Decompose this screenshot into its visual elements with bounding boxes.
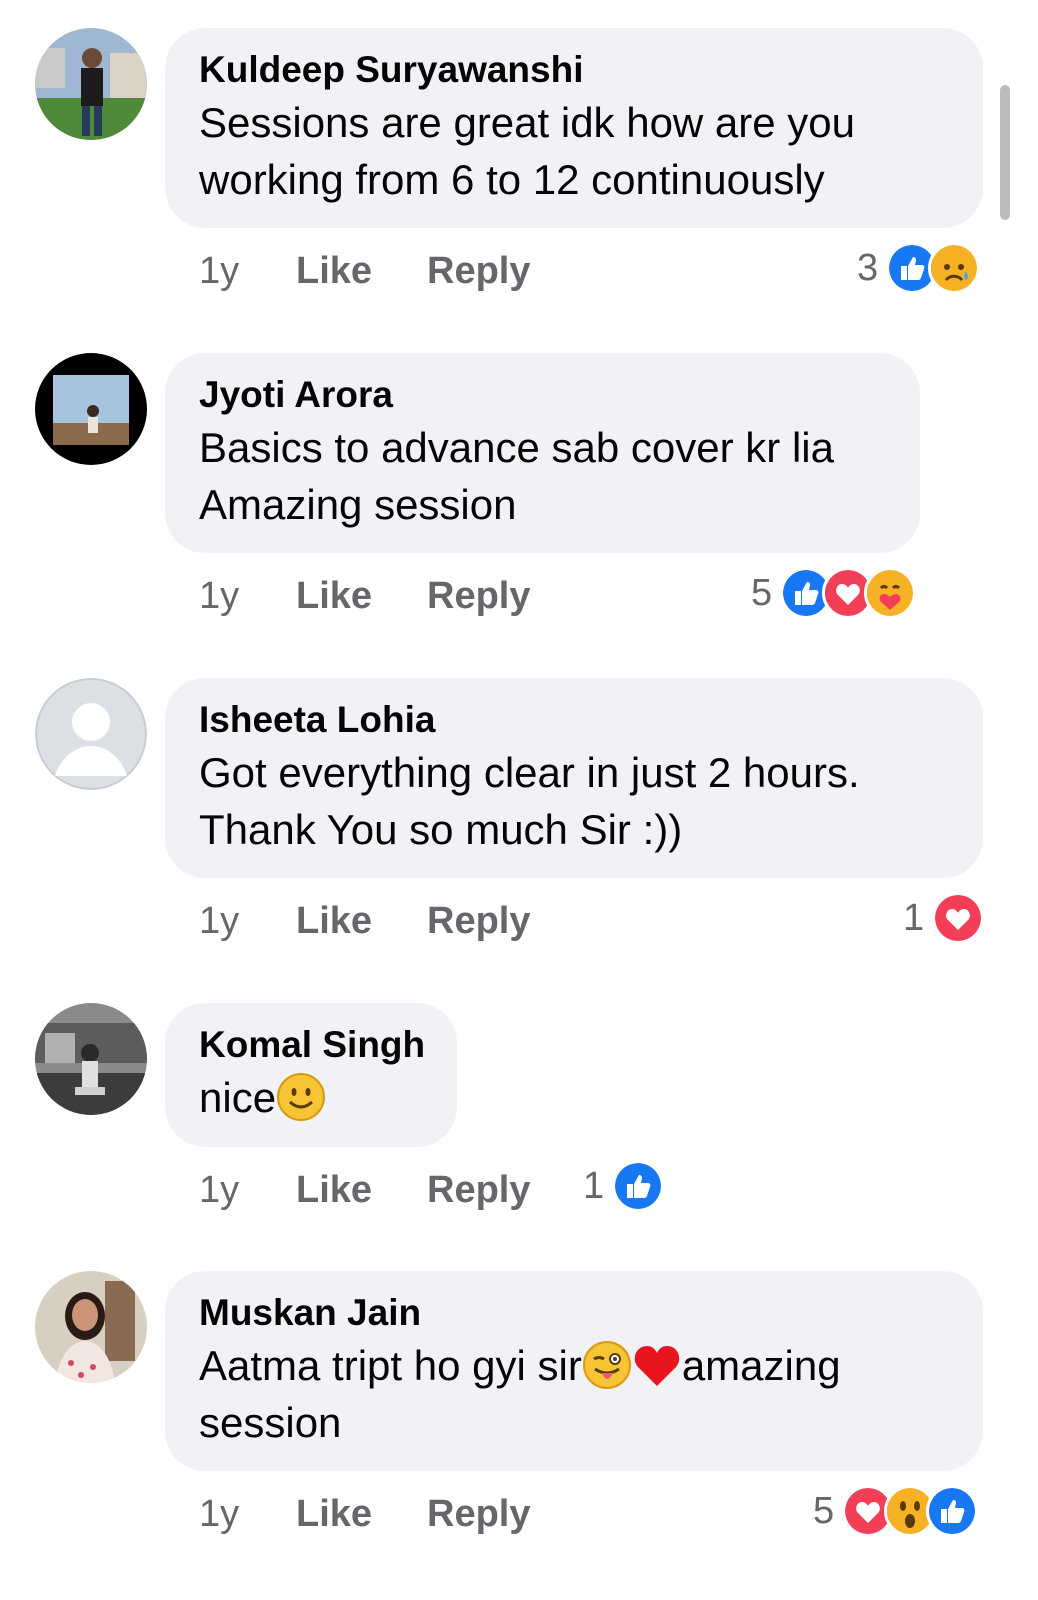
comment-text-part: Aatma tript ho gyi sir xyxy=(199,1342,582,1389)
comment-bubble: Komal Singh nice xyxy=(165,1003,457,1147)
comment-time[interactable]: 1y xyxy=(199,1493,296,1536)
comment-author[interactable]: Komal Singh xyxy=(199,1021,425,1069)
like-button[interactable]: Like xyxy=(296,900,427,943)
avatar[interactable] xyxy=(35,678,147,790)
comment-text: Got everything clear in just 2 hours. Th… xyxy=(199,749,860,853)
like-button[interactable]: Like xyxy=(296,250,427,293)
reply-button[interactable]: Reply xyxy=(427,250,530,293)
reaction-icons xyxy=(842,1485,979,1537)
reaction-icons xyxy=(886,242,981,294)
comment-bubble: Muskan Jain Aatma tript ho gyi sir amazin… xyxy=(165,1271,983,1471)
reaction-summary[interactable]: 3 xyxy=(857,242,981,294)
comment-time[interactable]: 1y xyxy=(199,250,296,293)
reply-button[interactable]: Reply xyxy=(427,1169,530,1212)
reaction-count: 5 xyxy=(751,571,773,614)
comment-author[interactable]: Jyoti Arora xyxy=(199,371,886,419)
love-reaction-icon xyxy=(932,892,985,944)
reply-button[interactable]: Reply xyxy=(427,900,530,943)
care-reaction-icon xyxy=(864,567,917,619)
reaction-summary[interactable]: 1 xyxy=(583,1160,665,1212)
comment-author[interactable]: Muskan Jain xyxy=(199,1289,949,1337)
comment-time[interactable]: 1y xyxy=(199,900,296,943)
comment-text-part: session xyxy=(199,1399,342,1446)
reaction-count: 1 xyxy=(903,896,925,939)
smiley-emoji-icon xyxy=(277,1073,326,1121)
avatar[interactable] xyxy=(35,353,147,465)
default-avatar-icon xyxy=(35,678,147,790)
comment-bubble: Jyoti Arora Basics to advance sab cover … xyxy=(165,353,920,553)
comment-bubble: Kuldeep Suryawanshi Sessions are great i… xyxy=(165,28,983,228)
avatar-photo xyxy=(35,1271,147,1383)
reaction-count: 3 xyxy=(857,246,879,289)
reaction-icons xyxy=(780,567,917,619)
reply-button[interactable]: Reply xyxy=(427,575,530,618)
comment-text-part: amazing xyxy=(681,1342,841,1389)
winking-tongue-emoji-icon xyxy=(582,1341,631,1389)
red-heart-emoji-icon xyxy=(634,1346,680,1386)
avatar[interactable] xyxy=(35,1003,147,1115)
scrollbar[interactable] xyxy=(1000,85,1010,220)
comment-text-part: nice xyxy=(199,1074,277,1121)
comment-text: Basics to advance sab cover kr lia Amazi… xyxy=(199,424,834,528)
reaction-icons xyxy=(612,1160,665,1212)
avatar-photo xyxy=(35,353,147,465)
avatar[interactable] xyxy=(35,1271,147,1383)
reaction-summary[interactable]: 1 xyxy=(903,892,985,944)
comment-text: nice xyxy=(199,1069,423,1126)
like-button[interactable]: Like xyxy=(296,1493,427,1536)
comment-actions: 1y Like Reply xyxy=(199,1489,530,1539)
like-reaction-icon xyxy=(612,1160,665,1212)
avatar[interactable] xyxy=(35,28,147,140)
comment-text: Sessions are great idk how are you worki… xyxy=(199,99,856,203)
comment-time[interactable]: 1y xyxy=(199,575,296,618)
reaction-count: 5 xyxy=(813,1489,835,1532)
comment-actions: 1y Like Reply xyxy=(199,246,530,296)
like-button[interactable]: Like xyxy=(296,575,427,618)
reaction-summary[interactable]: 5 xyxy=(751,567,917,619)
avatar-photo xyxy=(35,1003,147,1115)
reaction-summary[interactable]: 5 xyxy=(813,1485,979,1537)
reply-button[interactable]: Reply xyxy=(427,1493,530,1536)
comment-bubble: Isheeta Lohia Got everything clear in ju… xyxy=(165,678,983,878)
reaction-count: 1 xyxy=(583,1164,605,1207)
comment-actions: 1y Like Reply xyxy=(199,1165,530,1215)
comment-text: Aatma tript ho gyi sir amazing session xyxy=(199,1337,949,1451)
comment-actions: 1y Like Reply xyxy=(199,896,530,946)
comment-author[interactable]: Kuldeep Suryawanshi xyxy=(199,46,949,94)
comment-actions: 1y Like Reply xyxy=(199,571,530,621)
comment-author[interactable]: Isheeta Lohia xyxy=(199,696,949,744)
like-reaction-icon xyxy=(926,1485,979,1537)
like-button[interactable]: Like xyxy=(296,1169,427,1212)
reaction-icons xyxy=(932,892,985,944)
comment-time[interactable]: 1y xyxy=(199,1169,296,1212)
avatar-photo xyxy=(35,28,147,140)
sad-reaction-icon xyxy=(928,242,981,294)
